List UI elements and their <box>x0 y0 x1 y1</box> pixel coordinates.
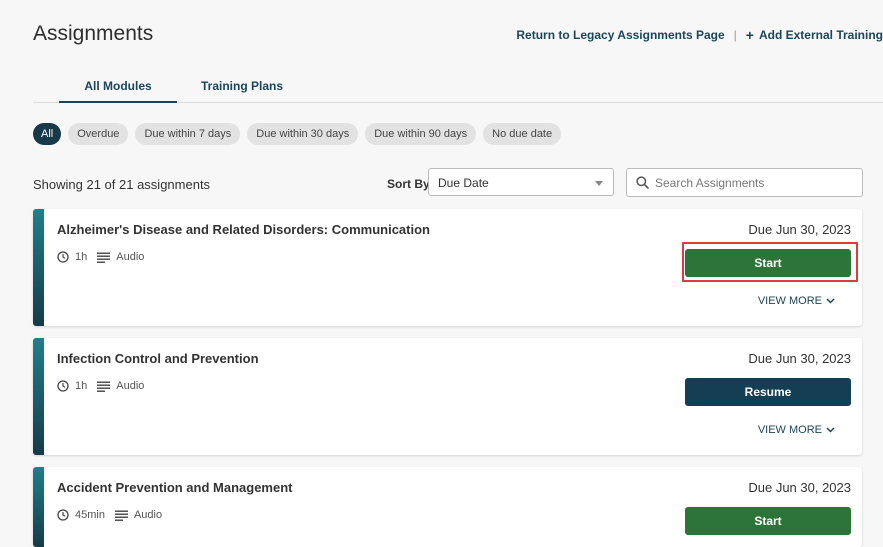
plus-icon: + <box>745 27 754 43</box>
view-more-link[interactable]: VIEW MORE <box>758 424 835 436</box>
assignment-duration: 1h <box>75 251 88 263</box>
filter-chip-overdue[interactable]: Overdue <box>68 123 129 145</box>
assignment-meta: 1h Audio <box>57 251 144 263</box>
view-more-link[interactable]: VIEW MORE <box>758 295 835 307</box>
assignment-format: Audio <box>133 509 163 521</box>
filter-chip-30-days[interactable]: Due within 30 days <box>247 123 359 145</box>
card-accent-bar <box>33 209 44 326</box>
start-button[interactable]: Start <box>685 507 851 535</box>
assignment-meta: 1h Audio <box>57 380 144 392</box>
assignment-format: Audio <box>116 380 145 392</box>
header-links: Return to Legacy Assignments Page | + Ad… <box>516 27 883 43</box>
legacy-assignments-link[interactable]: Return to Legacy Assignments Page <box>516 28 724 42</box>
filter-chip-all[interactable]: All <box>33 123 62 145</box>
clock-icon <box>57 251 69 263</box>
clock-icon <box>57 509 69 521</box>
tab-training-plans[interactable]: Training Plans <box>201 79 283 93</box>
results-count: Showing 21 of 21 assignments <box>33 177 211 192</box>
search-box <box>626 168 863 197</box>
clock-icon <box>57 380 69 392</box>
card-accent-bar <box>33 467 44 547</box>
assignment-title[interactable]: Accident Prevention and Management <box>57 480 293 495</box>
view-more-label: VIEW MORE <box>757 295 822 307</box>
assignment-meta: 45min Audio <box>57 509 162 521</box>
search-assignments-input[interactable] <box>655 174 850 191</box>
header-separator: | <box>733 28 737 42</box>
start-button[interactable]: Start <box>685 249 851 277</box>
tab-bar: All Modules Training Plans <box>33 70 883 103</box>
text-lines-icon <box>114 510 128 521</box>
due-date: Due Jun 30, 2023 <box>748 351 851 366</box>
assignment-card: Alzheimer's Disease and Related Disorder… <box>33 209 862 326</box>
tab-all-modules[interactable]: All Modules <box>59 79 177 103</box>
sort-by-select[interactable]: Due Date <box>428 168 614 196</box>
due-date: Due Jun 30, 2023 <box>748 480 851 495</box>
resume-button[interactable]: Resume <box>685 378 851 406</box>
card-accent-bar <box>33 338 44 455</box>
filter-chip-7-days[interactable]: Due within 7 days <box>135 123 241 145</box>
assignment-card: Infection Control and Prevention 1h Audi… <box>33 338 862 455</box>
sort-by-value: Due Date <box>438 176 489 190</box>
chevron-down-icon <box>826 427 835 433</box>
filter-chip-no-due-date[interactable]: No due date <box>483 123 562 145</box>
due-filter-chips: All Overdue Due within 7 days Due within… <box>33 123 562 145</box>
text-lines-icon <box>97 381 111 392</box>
search-icon <box>636 176 649 189</box>
sort-by-label: Sort By <box>387 177 430 191</box>
assignment-title[interactable]: Alzheimer's Disease and Related Disorder… <box>57 222 430 237</box>
assignment-duration: 1h <box>75 380 88 392</box>
filter-chip-90-days[interactable]: Due within 90 days <box>365 123 477 145</box>
assignment-format: Audio <box>116 251 145 263</box>
text-lines-icon <box>97 252 111 263</box>
page-title: Assignments <box>33 22 154 45</box>
view-more-label: VIEW MORE <box>757 424 822 436</box>
assignment-card: Accident Prevention and Management 45min… <box>33 467 862 547</box>
add-external-training-link[interactable]: Add External Training <box>759 28 883 42</box>
chevron-down-icon <box>595 181 603 186</box>
assignment-title[interactable]: Infection Control and Prevention <box>57 351 259 366</box>
due-date: Due Jun 30, 2023 <box>748 222 851 237</box>
assignment-duration: 45min <box>75 509 105 521</box>
chevron-down-icon <box>826 298 835 304</box>
